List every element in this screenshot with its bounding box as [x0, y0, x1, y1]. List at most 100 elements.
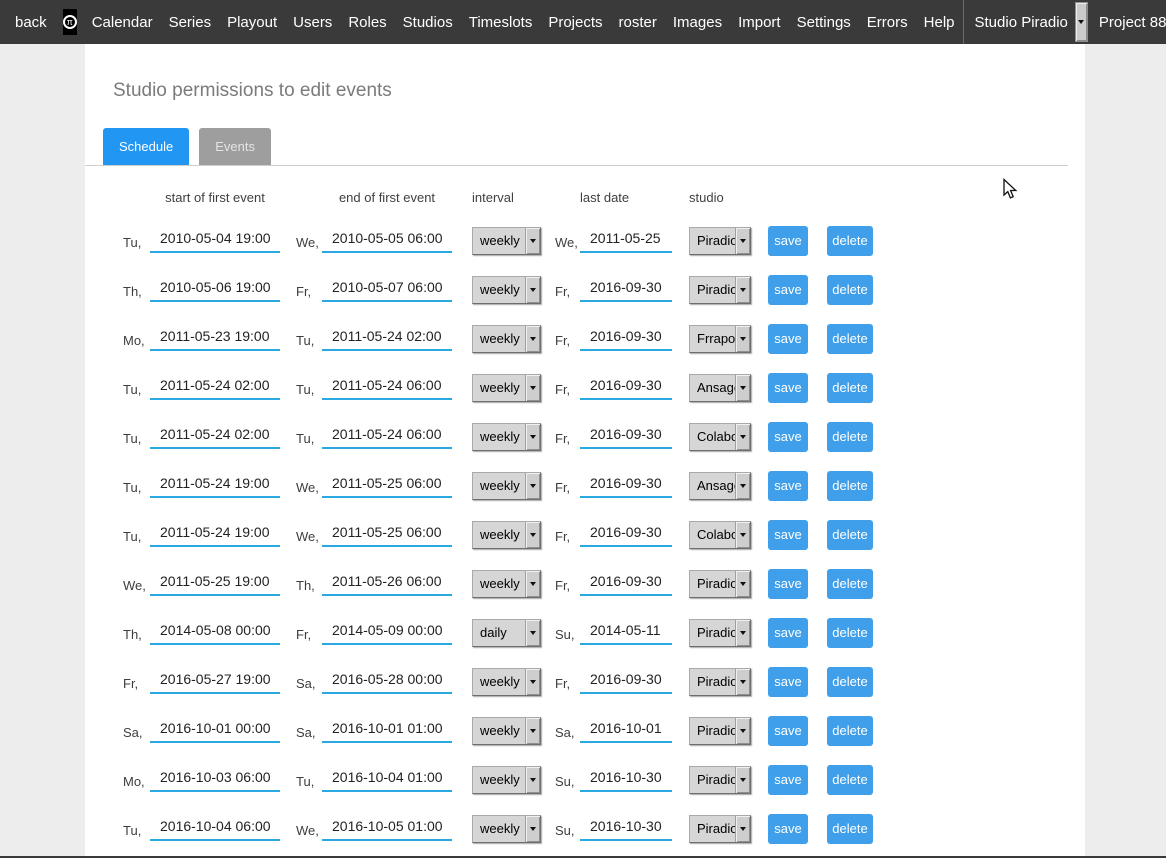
end-datetime-input[interactable] — [322, 669, 452, 694]
start-datetime-input[interactable] — [150, 326, 280, 351]
save-button[interactable]: save — [768, 373, 808, 403]
last-date-input[interactable] — [580, 228, 672, 253]
studio-select-arrow-icon[interactable] — [1075, 2, 1088, 42]
nav-item-series[interactable]: Series — [161, 14, 220, 31]
studio-row-select[interactable]: Frrapo — [689, 325, 751, 353]
interval-select[interactable]: weekly — [472, 227, 541, 255]
nav-item-timeslots[interactable]: Timeslots — [461, 14, 541, 31]
studio-row-select-arrow-icon[interactable] — [735, 424, 750, 450]
nav-item-roster[interactable]: roster — [611, 14, 665, 31]
interval-select-arrow-icon[interactable] — [525, 375, 540, 401]
end-datetime-input[interactable] — [322, 620, 452, 645]
last-date-input[interactable] — [580, 424, 672, 449]
start-datetime-input[interactable] — [150, 277, 280, 302]
end-datetime-input[interactable] — [322, 571, 452, 596]
nav-item-users[interactable]: Users — [285, 14, 340, 31]
delete-button[interactable]: delete — [827, 765, 873, 795]
nav-item-import[interactable]: Import — [730, 14, 789, 31]
save-button[interactable]: save — [768, 520, 808, 550]
studio-row-select-arrow-icon[interactable] — [735, 228, 750, 254]
delete-button[interactable]: delete — [827, 716, 873, 746]
delete-button[interactable]: delete — [827, 373, 873, 403]
interval-select[interactable]: daily — [472, 619, 541, 647]
interval-select[interactable]: weekly — [472, 570, 541, 598]
last-date-input[interactable] — [580, 326, 672, 351]
studio-row-select-arrow-icon[interactable] — [735, 620, 750, 646]
studio-select[interactable]: Studio Piradio — [964, 2, 1088, 42]
interval-select[interactable]: weekly — [472, 276, 541, 304]
studio-row-select-arrow-icon[interactable] — [735, 375, 750, 401]
save-button[interactable]: save — [768, 226, 808, 256]
nav-item-settings[interactable]: Settings — [789, 14, 859, 31]
start-datetime-input[interactable] — [150, 718, 280, 743]
save-button[interactable]: save — [768, 324, 808, 354]
start-datetime-input[interactable] — [150, 522, 280, 547]
start-datetime-input[interactable] — [150, 620, 280, 645]
start-datetime-input[interactable] — [150, 816, 280, 841]
start-datetime-input[interactable] — [150, 669, 280, 694]
delete-button[interactable]: delete — [827, 569, 873, 599]
delete-button[interactable]: delete — [827, 814, 873, 844]
end-datetime-input[interactable] — [322, 473, 452, 498]
start-datetime-input[interactable] — [150, 571, 280, 596]
last-date-input[interactable] — [580, 620, 672, 645]
interval-select-arrow-icon[interactable] — [525, 669, 540, 695]
studio-row-select[interactable]: Piradio — [689, 717, 751, 745]
interval-select-arrow-icon[interactable] — [525, 620, 540, 646]
interval-select-arrow-icon[interactable] — [525, 767, 540, 793]
nav-item-playout[interactable]: Playout — [219, 14, 285, 31]
last-date-input[interactable] — [580, 669, 672, 694]
save-button[interactable]: save — [768, 569, 808, 599]
end-datetime-input[interactable] — [322, 767, 452, 792]
studio-row-select-arrow-icon[interactable] — [735, 473, 750, 499]
nav-item-calendar[interactable]: Calendar — [84, 14, 161, 31]
studio-row-select-arrow-icon[interactable] — [735, 718, 750, 744]
last-date-input[interactable] — [580, 473, 672, 498]
save-button[interactable]: save — [768, 422, 808, 452]
delete-button[interactable]: delete — [827, 618, 873, 648]
studio-row-select-arrow-icon[interactable] — [735, 571, 750, 597]
interval-select[interactable]: weekly — [472, 815, 541, 843]
start-datetime-input[interactable] — [150, 375, 280, 400]
save-button[interactable]: save — [768, 716, 808, 746]
studio-row-select[interactable]: Ansage — [689, 472, 751, 500]
end-datetime-input[interactable] — [322, 424, 452, 449]
end-datetime-input[interactable] — [322, 816, 452, 841]
save-button[interactable]: save — [768, 275, 808, 305]
last-date-input[interactable] — [580, 522, 672, 547]
studio-row-select-arrow-icon[interactable] — [735, 522, 750, 548]
studio-row-select[interactable]: Piradio — [689, 619, 751, 647]
delete-button[interactable]: delete — [827, 667, 873, 697]
back-link[interactable]: back — [6, 14, 56, 31]
end-datetime-input[interactable] — [322, 326, 452, 351]
studio-row-select[interactable]: Piradio — [689, 815, 751, 843]
interval-select-arrow-icon[interactable] — [525, 277, 540, 303]
nav-item-roles[interactable]: Roles — [340, 14, 394, 31]
save-button[interactable]: save — [768, 814, 808, 844]
delete-button[interactable]: delete — [827, 275, 873, 305]
studio-row-select[interactable]: Piradio — [689, 766, 751, 794]
interval-select-arrow-icon[interactable] — [525, 718, 540, 744]
interval-select[interactable]: weekly — [472, 766, 541, 794]
save-button[interactable]: save — [768, 618, 808, 648]
tab-events[interactable]: Events — [199, 128, 271, 165]
interval-select[interactable]: weekly — [472, 717, 541, 745]
delete-button[interactable]: delete — [827, 324, 873, 354]
save-button[interactable]: save — [768, 471, 808, 501]
interval-select-arrow-icon[interactable] — [525, 473, 540, 499]
delete-button[interactable]: delete — [827, 226, 873, 256]
studio-row-select[interactable]: Ansage — [689, 374, 751, 402]
studio-row-select-arrow-icon[interactable] — [735, 816, 750, 842]
interval-select-arrow-icon[interactable] — [525, 326, 540, 352]
nav-item-images[interactable]: Images — [665, 14, 730, 31]
studio-row-select[interactable]: Colabo — [689, 423, 751, 451]
delete-button[interactable]: delete — [827, 422, 873, 452]
end-datetime-input[interactable] — [322, 228, 452, 253]
piradio-logo[interactable]: π — [63, 9, 77, 35]
interval-select-arrow-icon[interactable] — [525, 424, 540, 450]
last-date-input[interactable] — [580, 571, 672, 596]
studio-row-select[interactable]: Piradio — [689, 570, 751, 598]
interval-select-arrow-icon[interactable] — [525, 571, 540, 597]
start-datetime-input[interactable] — [150, 473, 280, 498]
studio-row-select[interactable]: Colabo — [689, 521, 751, 549]
